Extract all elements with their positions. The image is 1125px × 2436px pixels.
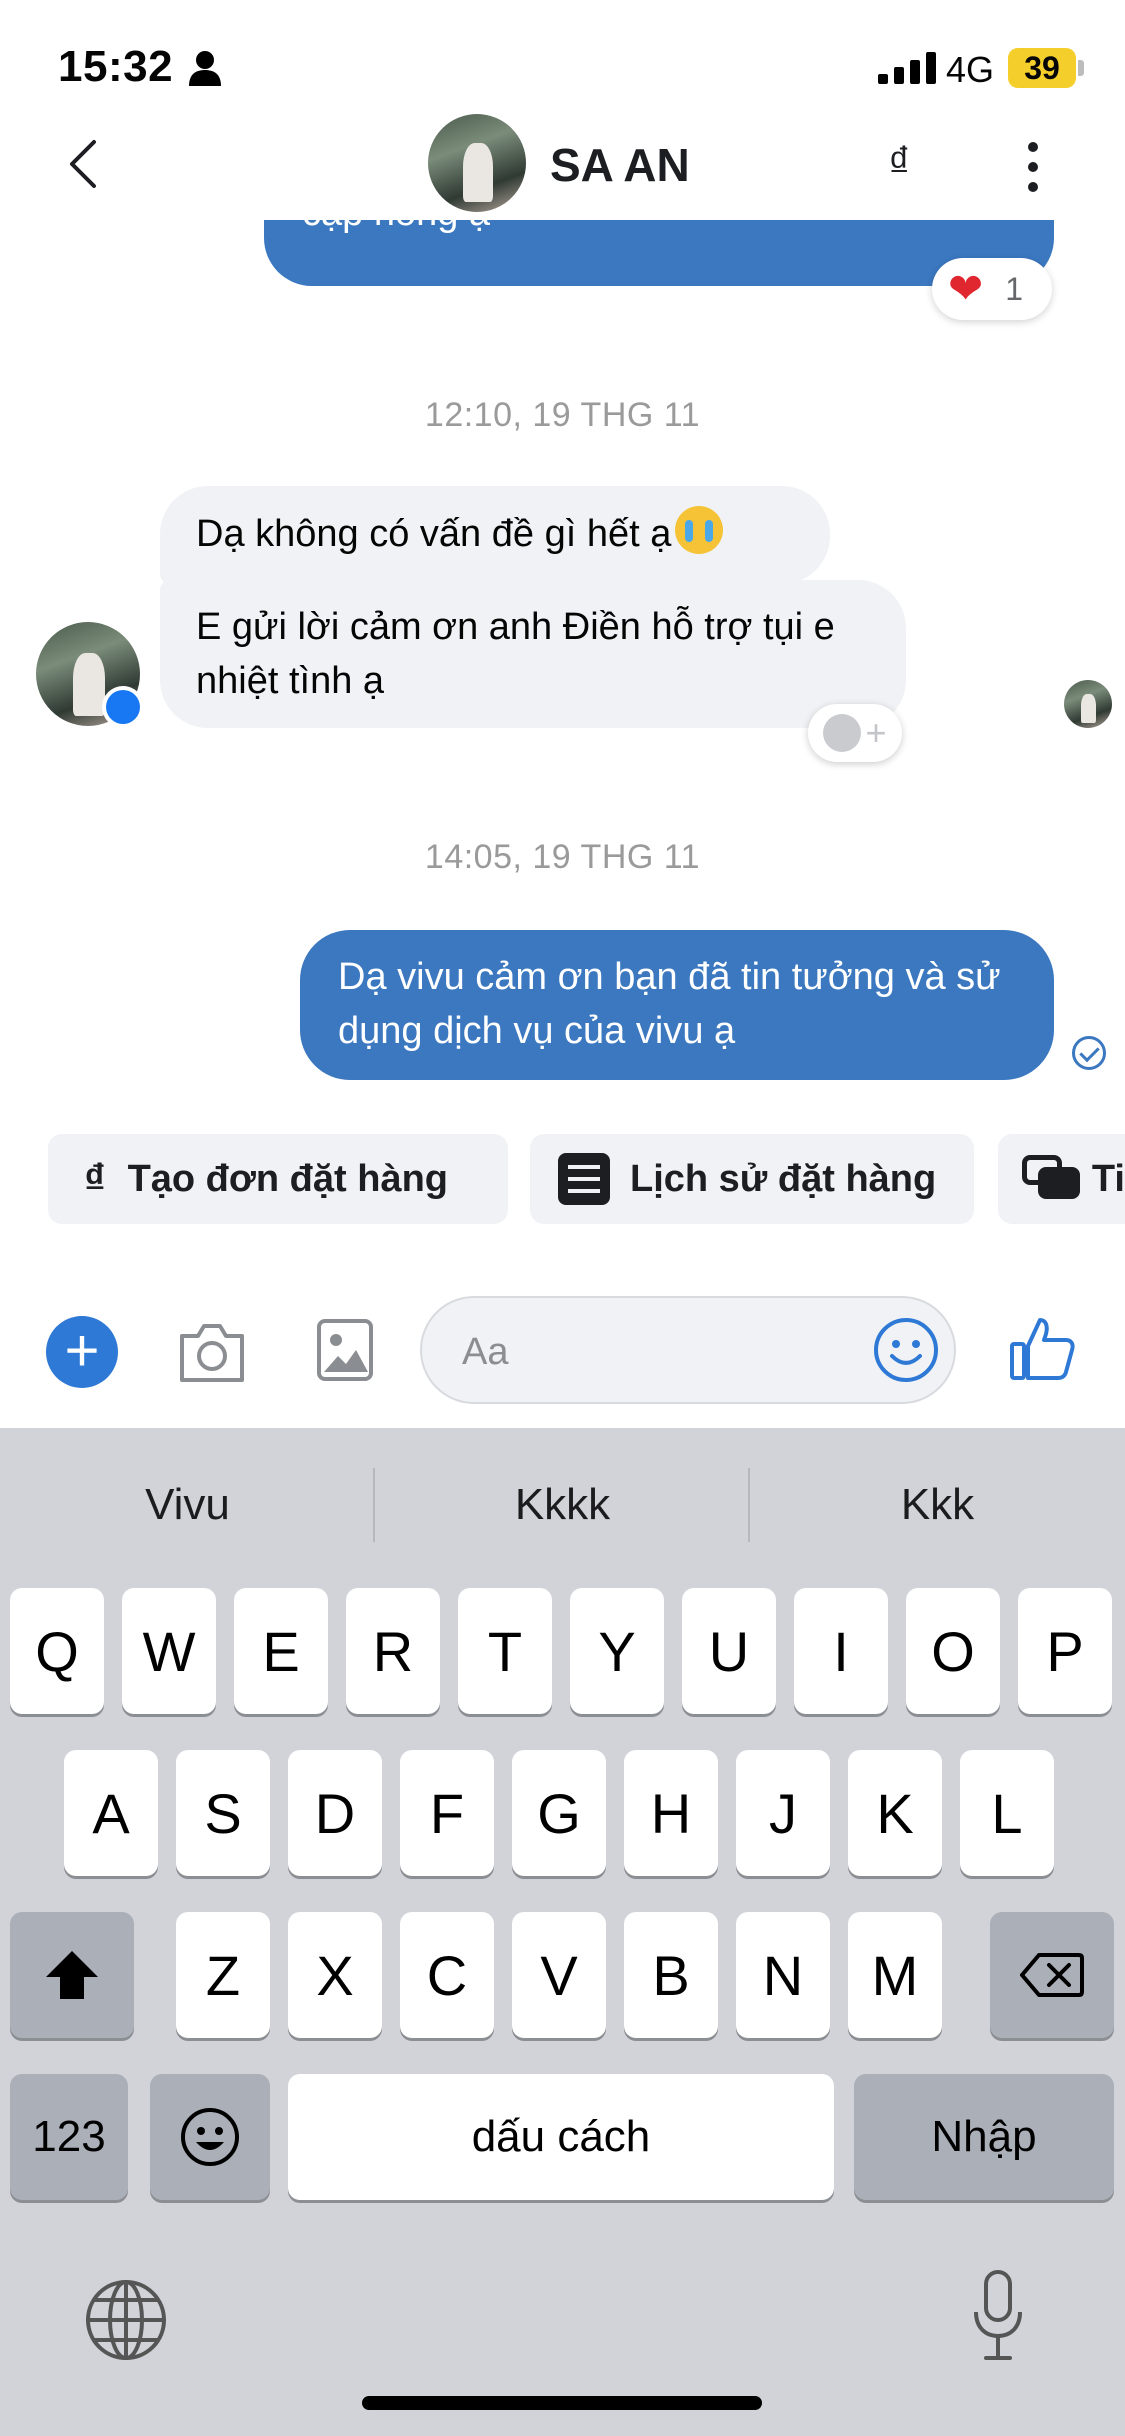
suggestion-1[interactable]: Vivu [0, 1480, 375, 1530]
message-outgoing[interactable]: Dạ vivu cảm ơn bạn đã tin tưởng và sử dụ… [300, 930, 1054, 1080]
keyboard: Vivu Kkkk Kkk Q W E R T Y U I O P A S D … [0, 1428, 1125, 2436]
emoji-icon[interactable] [872, 1316, 940, 1384]
key[interactable]: W [122, 1588, 216, 1714]
backspace-icon [1020, 1953, 1084, 1997]
dong-icon: ₫ [84, 1155, 106, 1202]
more-chip-button[interactable]: Ti [998, 1134, 1125, 1224]
key[interactable]: X [288, 1912, 382, 2038]
crying-face-emoji [675, 506, 724, 554]
message-input[interactable] [462, 1324, 862, 1380]
home-indicator [362, 2396, 762, 2410]
message-composer[interactable] [420, 1296, 956, 1404]
chat-bubbles-icon [1022, 1153, 1080, 1205]
suggestion-2[interactable]: Kkkk [375, 1480, 750, 1530]
plus-icon: + [865, 712, 887, 753]
person-icon [189, 51, 221, 86]
key[interactable]: C [400, 1912, 494, 2038]
predictive-bar: Vivu Kkkk Kkk [0, 1428, 1125, 1578]
contact-avatar[interactable] [428, 114, 526, 212]
key[interactable]: Z [176, 1912, 270, 2038]
key[interactable]: K [848, 1750, 942, 1876]
more-options-icon[interactable] [1022, 136, 1044, 196]
key[interactable]: H [624, 1750, 718, 1876]
chip-label: Tạo đơn đặt hàng [127, 1157, 449, 1200]
messenger-badge-icon [102, 686, 144, 728]
key[interactable]: T [458, 1588, 552, 1714]
battery-icon: 39 [1008, 48, 1076, 88]
plus-button[interactable]: + [46, 1316, 118, 1388]
numbers-key[interactable]: 123 [10, 2074, 128, 2200]
key[interactable]: M [848, 1912, 942, 2038]
key[interactable]: O [906, 1588, 1000, 1714]
key[interactable]: N [736, 1912, 830, 2038]
key[interactable]: G [512, 1750, 606, 1876]
reaction-count: 1 [1005, 270, 1023, 307]
order-history-button[interactable]: Lịch sử đặt hàng [530, 1134, 974, 1224]
emoji-key[interactable] [150, 2074, 270, 2200]
image-icon[interactable] [316, 1318, 374, 1382]
battery-level: 39 [1024, 49, 1060, 86]
timestamp: 12:10, 19 THG 11 [424, 396, 701, 434]
camera-icon[interactable] [176, 1318, 248, 1386]
add-reaction-button[interactable]: + [808, 704, 902, 762]
key[interactable]: P [1018, 1588, 1112, 1714]
message-text: E gửi lời cảm ơn anh Điền hỗ trợ tụi e n… [196, 606, 835, 702]
chat-header: SA AN ₫ [0, 110, 1125, 220]
key[interactable]: Y [570, 1588, 664, 1714]
key[interactable]: E [234, 1588, 328, 1714]
contact-name[interactable]: SA AN [550, 138, 690, 192]
emoji-icon [181, 2108, 239, 2166]
timestamp: 14:05, 19 THG 11 [424, 838, 701, 876]
backspace-key[interactable] [990, 1912, 1114, 2038]
key[interactable]: V [512, 1912, 606, 2038]
message-incoming[interactable]: E gửi lời cảm ơn anh Điền hỗ trợ tụi e n… [160, 580, 906, 728]
seen-avatar [1064, 680, 1112, 728]
heart-reaction[interactable]: ❤ 1 [932, 258, 1052, 320]
network-type: 4G [946, 49, 995, 90]
payment-dong-button[interactable]: ₫ [888, 138, 911, 188]
like-thumb-icon[interactable] [1008, 1314, 1076, 1382]
suggestion-3[interactable]: Kkk [750, 1480, 1125, 1530]
chip-label: Ti [1091, 1157, 1125, 1200]
shift-icon [46, 1951, 98, 1999]
smiley-icon [823, 714, 862, 752]
message-incoming[interactable]: Dạ không có vấn đề gì hết ạ [160, 486, 830, 584]
list-icon [558, 1153, 610, 1205]
key[interactable]: A [64, 1750, 158, 1876]
signal-icon [878, 52, 936, 84]
status-time: 15:32 [58, 42, 174, 91]
key[interactable]: B [624, 1912, 718, 2038]
key[interactable]: J [736, 1750, 830, 1876]
globe-icon[interactable] [84, 2278, 168, 2362]
message-text: Dạ vivu cảm ơn bạn đã tin tưởng và sử dụ… [338, 956, 1001, 1052]
chip-label: Lịch sử đặt hàng [630, 1157, 937, 1200]
message-text: Dạ không có vấn đề gì hết ạ [196, 513, 672, 555]
key[interactable]: D [288, 1750, 382, 1876]
key[interactable]: Q [10, 1588, 104, 1714]
key[interactable]: R [346, 1588, 440, 1714]
back-icon[interactable] [62, 138, 106, 190]
microphone-icon[interactable] [970, 2268, 1026, 2364]
key[interactable]: F [400, 1750, 494, 1876]
space-key[interactable]: dấu cách [288, 2074, 834, 2200]
create-order-button[interactable]: ₫ Tạo đơn đặt hàng [48, 1134, 508, 1224]
key[interactable]: S [176, 1750, 270, 1876]
key[interactable]: L [960, 1750, 1054, 1876]
battery-cap [1078, 60, 1084, 76]
key[interactable]: U [682, 1588, 776, 1714]
key[interactable]: I [794, 1588, 888, 1714]
sent-check-icon [1072, 1036, 1106, 1070]
shift-key[interactable] [10, 1912, 134, 2038]
heart-icon: ❤ [948, 265, 984, 312]
return-key[interactable]: Nhập [854, 2074, 1114, 2200]
